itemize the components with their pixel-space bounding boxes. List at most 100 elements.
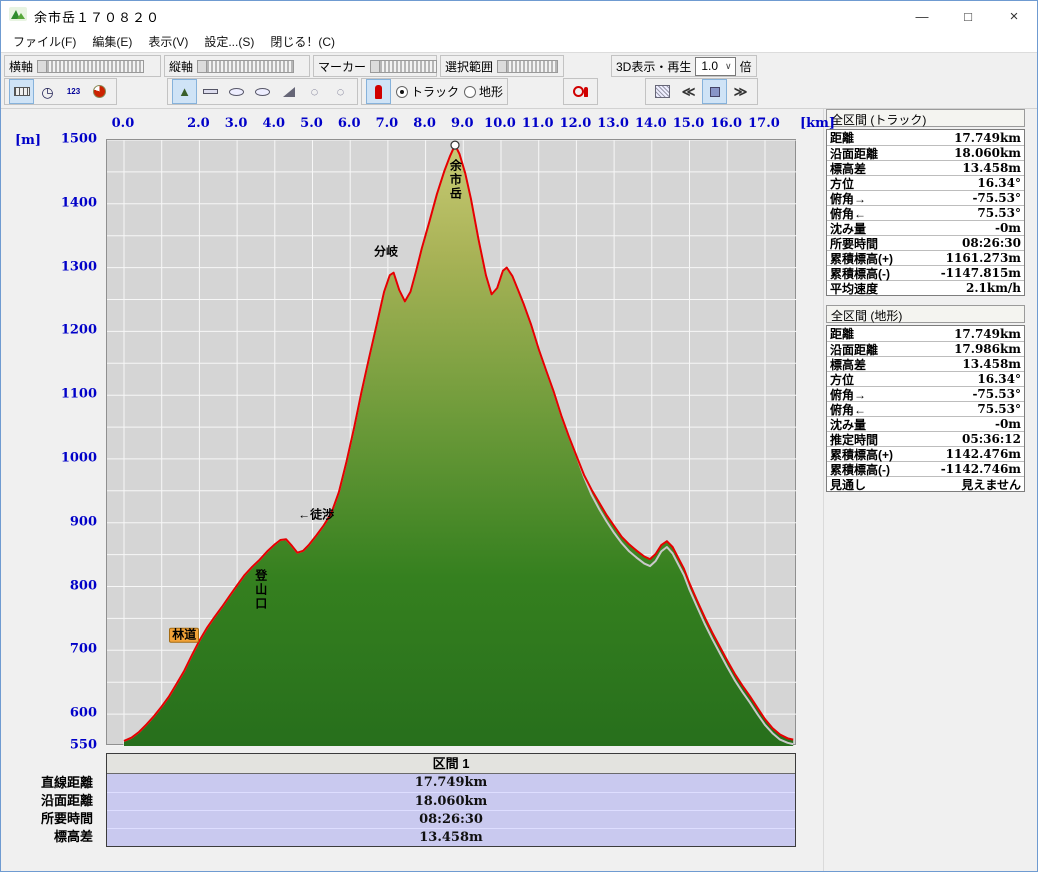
summary-row-label: 沿面距離 [40,793,93,808]
panel-row: 沈み量 -0m [827,220,1024,236]
panel-row-value: 見えません [961,477,1021,492]
panel-row-value: 17.749km [954,326,1021,341]
elevation-plot[interactable]: 余市岳 分岐 ←徒渉 登山口 林道 [106,139,797,746]
panel-row-label: 距離 [830,131,855,145]
x-tick-label: 15.0 [672,116,705,131]
vaxis-oval2-button[interactable] [250,79,275,104]
y-tick-label: 800 [69,578,97,594]
x-tick-label: 11.0 [521,116,554,131]
menu-item-4[interactable]: 設定...(S) [196,31,262,52]
x-tick-label: 9.0 [450,116,474,131]
vaxis-oval-button[interactable] [224,79,249,104]
menu-item-3[interactable]: 表示(V) [140,31,196,52]
slider-thumb[interactable] [198,60,208,72]
vaxis-scale-slider[interactable] [197,59,295,73]
haxis-distance-button[interactable] [9,79,34,104]
forward-button[interactable]: ≫ [728,79,753,104]
slider-track[interactable] [507,60,558,72]
panel-row: 距離 17.749km [827,130,1024,146]
summary-row-value: 18.060km [107,792,795,810]
chevron-down-icon: ∨ [725,60,732,71]
panel-row-value: 2.1km/h [966,281,1021,295]
x-tick-label: 16.0 [710,116,743,131]
panel-row: 俯角→ -75.53° [827,386,1024,402]
stop-button[interactable] [702,79,728,104]
panel-row: 累積標高(+) 1161.273m [827,250,1024,266]
marker-position-slider[interactable] [370,59,438,73]
mountain-icon: ▲ [178,84,191,99]
summary-box: 区間 1 17.749km 18.060km 08:26:30 13.458m [106,753,796,847]
y-tick-label: 1000 [60,450,97,466]
marker-label: マーカー [318,59,367,74]
rewind-button[interactable]: ≪ [676,79,701,104]
panel-row: 方位 16.34° [827,371,1024,387]
slider-thumb[interactable] [371,60,381,72]
menu-item-2[interactable]: 編集(E) [84,31,140,52]
selection-range-slider[interactable] [497,59,559,73]
selection-marker-button[interactable] [568,79,593,104]
panel-row: 方位 16.34° [827,175,1024,191]
playback-speed-select[interactable]: 1.0 ∨ [695,56,736,76]
main-area: [m] [km] 余市岳 分岐 ←徒渉 登山口 林道 直線距離 沿面距離 所要時間 標高差 区… [1,109,1037,871]
panel-row-value: -1142.746m [940,462,1021,476]
menu-item-1[interactable]: ファイル(F) [5,31,84,52]
vaxis-mode-buttons: ▲ ◌ ◌ [167,78,358,105]
window-controls: — □ × [899,1,1037,31]
haxis-number-button[interactable]: 123 [61,79,86,104]
haxis-pie-button[interactable] [87,79,112,104]
maximize-button[interactable]: □ [945,1,991,31]
vaxis-dotted1-button[interactable]: ◌ [302,79,327,104]
vaxis-slope-button[interactable] [276,79,301,104]
vaxis-flat-button[interactable] [198,79,223,104]
panel-table-2: 距離 17.749km 沿面距離 17.986km 標高差 13.458m 方位 16.34°… [826,325,1025,492]
x-tick-label: 2.0 [187,116,210,131]
vaxis-profile-button[interactable]: ▲ [172,79,197,104]
y-tick-label: 600 [69,705,97,721]
slider-track[interactable] [207,60,294,72]
slider-thumb[interactable] [498,60,508,72]
x-tick-label: 7.0 [375,116,399,131]
radio-track-label: トラック [411,85,460,99]
summary-row-value: 13.458m [107,828,795,846]
panel-row-label: 見通し [830,477,867,492]
haxis-time-button[interactable]: ◷ [35,79,60,104]
slider-track[interactable] [47,60,144,72]
menu-bar: ファイル(F) 編集(E) 表示(V) 設定...(S) 閉じる！(C) [1,31,1037,53]
radio-track[interactable]: トラック [396,83,459,100]
panel-row: 累積標高(+) 1142.476m [827,446,1024,462]
chart-zone: [m] [km] 余市岳 分岐 ←徒渉 登山口 林道 直線距離 沿面距離 所要時間 標高差 区… [1,109,835,871]
toolbar: 横軸 縦軸 マーカー 選択範囲 3D表示・再生 1.0 ∨ 倍 ◷ 123 ▲ … [1,53,1037,109]
playback-3d-button[interactable] [650,79,675,104]
x-tick-label: 10.0 [484,116,516,131]
playback-speed-value: 1.0 [701,59,719,73]
y-tick-label: 1500 [60,131,97,147]
panel-table-1: 距離 17.749km 沿面距離 18.060km 標高差 13.458m 方位 16.34°… [826,129,1025,296]
close-button[interactable]: × [991,1,1037,31]
x-tick-label: 0.0 [111,116,135,131]
menu-item-5[interactable]: 閉じる！(C) [262,31,343,52]
summary-row-label: 所要時間 [40,811,93,826]
ruler-icon [13,87,30,96]
panel-row-label: 距離 [830,327,855,341]
radio-track-icon[interactable] [396,85,408,98]
slider-track[interactable] [380,60,437,72]
panel-header-2: 全区間 (地形) [826,305,1025,323]
vaxis-dotted2-button[interactable]: ◌ [328,79,353,104]
marker-pin-button[interactable] [366,79,391,104]
panel-row: 推定時間 05:36:12 [827,431,1024,447]
y-tick-label: 1300 [60,259,97,275]
panel-row-value: -0m [994,417,1021,431]
y-tick-label: 1200 [60,322,97,338]
radio-terrain-icon[interactable] [464,85,477,98]
panel-row-value: 1161.273m [945,251,1021,265]
terrain-hatch-icon [655,85,671,98]
marker-mode-buttons: トラック 地形 [361,78,509,105]
x-tick-label: 6.0 [337,116,361,131]
haxis-scale-slider[interactable] [37,59,145,73]
pie-icon [93,85,106,98]
slider-thumb[interactable] [38,60,48,72]
panel-row: 沿面距離 18.060km [827,145,1024,161]
radio-terrain[interactable]: 地形 [464,83,503,100]
minimize-button[interactable]: — [899,1,945,31]
vaxis-label: 縦軸 [169,59,194,74]
